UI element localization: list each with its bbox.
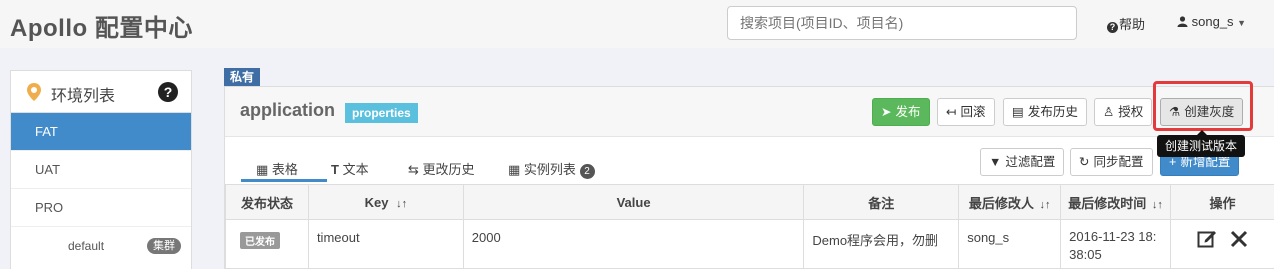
col-modified-time[interactable]: 最后修改时间 ↓↑ (1060, 184, 1172, 220)
cluster-badge: 集群 (147, 238, 181, 254)
refresh-icon: ↻ (1079, 155, 1090, 169)
format-badge: properties (345, 103, 418, 123)
rollback-icon: ↤ (946, 105, 957, 119)
env-item-uat[interactable]: UAT (11, 151, 191, 189)
user-outline-icon: ♙ (1103, 105, 1115, 119)
exchange-icon: ⇆ (408, 162, 419, 177)
create-gray-label: 创建灰度 (1184, 105, 1235, 119)
col-modifier-label: 最后修改人 (968, 195, 1034, 211)
env-item-pro[interactable]: PRO (11, 189, 191, 227)
top-navbar: Apollo 配置中心 ?帮助 song_s ▼ (0, 0, 1274, 48)
tab-change-history-label: 更改历史 (422, 162, 475, 177)
create-gray-button[interactable]: ⚗ 创建灰度 (1160, 98, 1244, 126)
cell-modified-time: 2016-11-23 18:38:05 (1060, 219, 1172, 269)
send-icon: ➤ (881, 105, 892, 119)
add-config-label: 新增配置 (1180, 155, 1231, 169)
env-sidebar: 环境列表 ? FAT UAT PRO default 集群 (10, 70, 192, 269)
filter-icon: ▼ (989, 155, 1002, 169)
calendar-icon: ▤ (1012, 105, 1024, 119)
sort-icon: ↓↑ (1151, 198, 1163, 211)
env-item-fat[interactable]: FAT (11, 113, 191, 151)
col-status: 发布状态 (225, 184, 309, 220)
namespace-panel: application properties ➤ 发布 ↤ 回滚 ▤ 发布历史 ♙ 授权… (224, 86, 1274, 269)
cell-modifier: song_s (958, 219, 1062, 269)
cell-value: 2000 (462, 219, 805, 269)
help-link[interactable]: ? 帮助 (1107, 14, 1145, 33)
cluster-name: default (68, 239, 105, 253)
col-modified-time-label: 最后修改时间 (1068, 195, 1147, 211)
instance-count-badge: 2 (579, 164, 595, 179)
cell-key: timeout (307, 219, 464, 269)
tab-text-label: 文本 (342, 162, 369, 177)
release-history-label: 发布历史 (1027, 105, 1078, 119)
active-tab-indicator (241, 179, 327, 182)
user-name: song_s (1191, 14, 1234, 29)
table-icon: ▦ (256, 162, 269, 177)
publish-button[interactable]: ➤ 发布 (872, 98, 930, 126)
sync-config-button[interactable]: ↻ 同步配置 (1070, 148, 1153, 176)
config-table: 发布状态 Key ↓↑ Value 备注 最后修改人 ↓↑ 最后修改时间 ↓↑ … (225, 184, 1274, 269)
authorize-label: 授权 (1118, 105, 1144, 119)
create-gray-tooltip: 创建测试版本 (1157, 130, 1245, 157)
help-icon: ? (1107, 22, 1118, 33)
cell-actions (1170, 219, 1274, 269)
rollback-label: 回滚 (960, 105, 986, 119)
table-header-row: 发布状态 Key ↓↑ Value 备注 最后修改人 ↓↑ 最后修改时间 ↓↑ … (225, 184, 1274, 220)
app-logo[interactable]: Apollo 配置中心 (10, 8, 193, 43)
authorize-button[interactable]: ♙ 授权 (1094, 98, 1153, 126)
cell-status: 已发布 (225, 219, 309, 269)
namespace-name: application (240, 100, 336, 120)
tab-instances-label: 实例列表 (523, 162, 576, 177)
question-circle-icon[interactable]: ? (158, 82, 178, 102)
filter-config-label: 过滤配置 (1005, 155, 1056, 169)
sidebar-title: 环境列表 (51, 88, 116, 105)
help-label: 帮助 (1119, 17, 1146, 32)
sort-icon: ↓↑ (396, 197, 408, 210)
sort-icon: ↓↑ (1039, 198, 1051, 211)
tab-change-history[interactable]: ⇆ 更改历史 (408, 159, 475, 178)
private-tag: 私有 (224, 68, 261, 86)
edit-icon[interactable] (1197, 228, 1217, 251)
server-icon: ▦ (508, 162, 521, 177)
user-menu[interactable]: song_s ▼ (1177, 14, 1246, 29)
user-icon (1177, 14, 1192, 29)
tab-table-label: 表格 (271, 162, 298, 177)
delete-icon[interactable] (1230, 230, 1248, 251)
col-modifier[interactable]: 最后修改人 ↓↑ (958, 184, 1062, 220)
publish-label: 发布 (895, 105, 921, 119)
col-comment: 备注 (803, 184, 960, 220)
plus-icon: + (1169, 155, 1177, 169)
caret-down-icon: ▼ (1237, 18, 1247, 28)
sync-config-label: 同步配置 (1093, 155, 1144, 169)
col-key-label: Key (364, 194, 389, 210)
map-marker-icon (27, 83, 41, 104)
col-value: Value (462, 184, 805, 220)
text-icon: T (331, 162, 339, 177)
table-row: 已发布 timeout 2000 Demo程序会用，勿删 song_s 2016… (225, 219, 1274, 269)
release-history-button[interactable]: ▤ 发布历史 (1003, 98, 1087, 126)
rollback-button[interactable]: ↤ 回滚 (937, 98, 995, 126)
cluster-item-default[interactable]: default 集群 (11, 227, 191, 265)
col-key[interactable]: Key ↓↑ (307, 184, 464, 220)
sidebar-header: 环境列表 ? (11, 71, 191, 113)
project-search-input[interactable] (727, 6, 1077, 40)
namespace-header: application properties ➤ 发布 ↤ 回滚 ▤ 发布历史 ♙ 授权… (225, 87, 1274, 137)
tab-text[interactable]: T 文本 (331, 159, 369, 178)
flask-icon: ⚗ (1169, 105, 1181, 119)
filter-config-button[interactable]: ▼ 过滤配置 (980, 148, 1065, 176)
published-badge: 已发布 (240, 232, 280, 249)
col-actions: 操作 (1170, 184, 1274, 220)
tab-table[interactable]: ▦ 表格 (256, 159, 298, 178)
tab-instances[interactable]: ▦ 实例列表 2 (508, 159, 595, 179)
cell-comment: Demo程序会用，勿删 (803, 219, 960, 269)
